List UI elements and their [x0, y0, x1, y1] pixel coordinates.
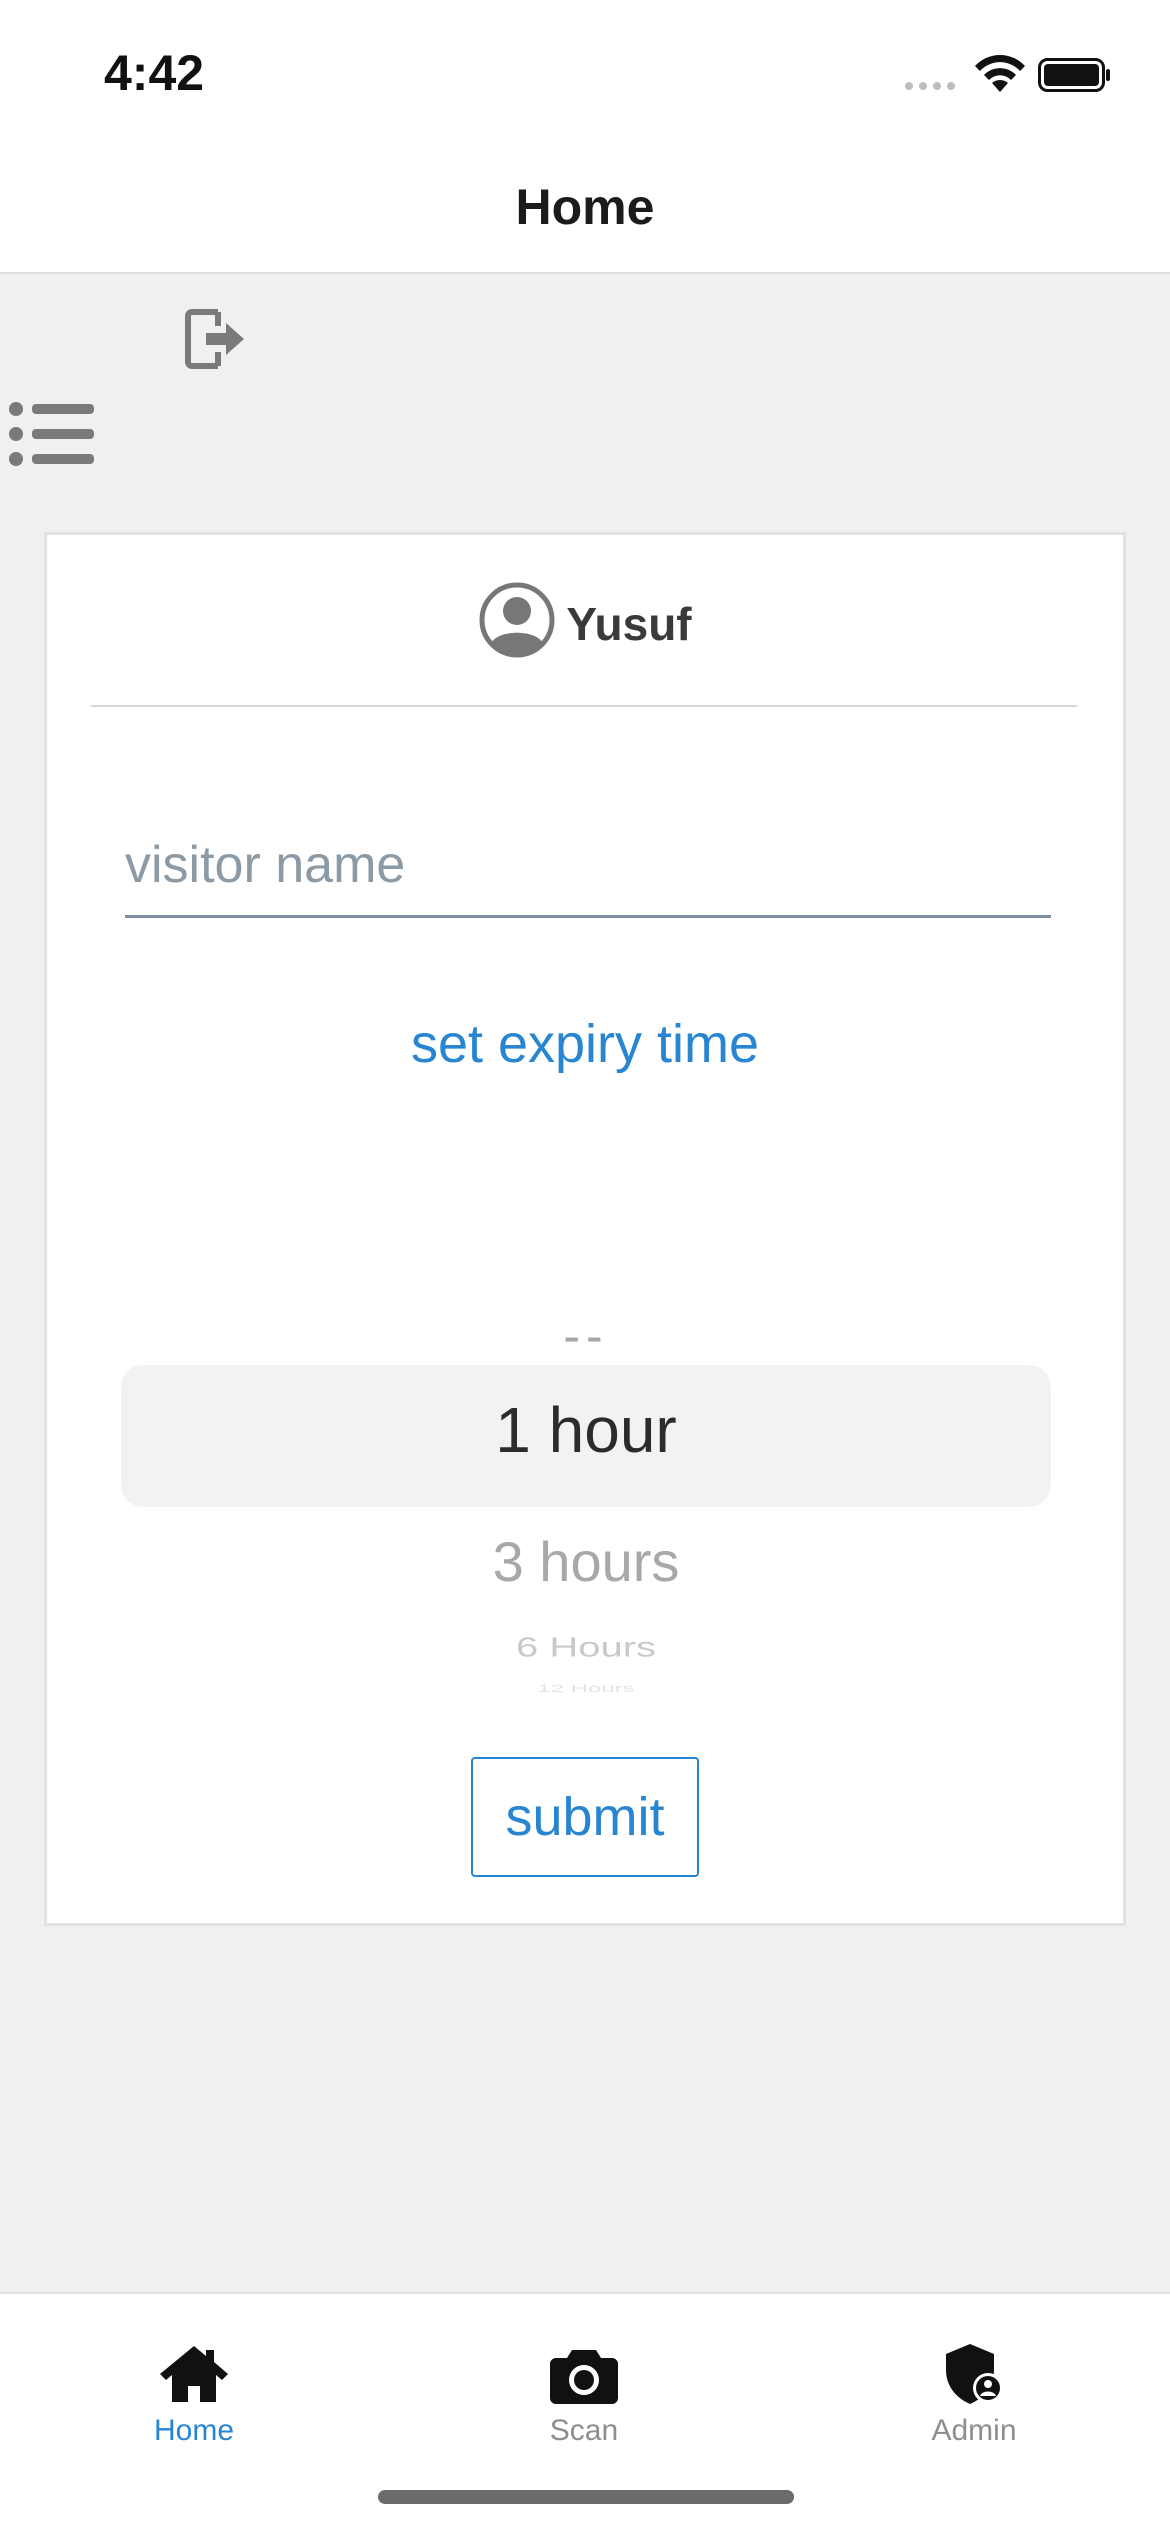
- submit-button[interactable]: submit: [471, 1757, 699, 1877]
- tab-admin[interactable]: Admin: [874, 2342, 1074, 2448]
- status-time: 4:42: [104, 45, 205, 101]
- picker-option[interactable]: 6 Hours: [121, 1632, 1051, 1664]
- battery-icon: [1038, 58, 1110, 92]
- visitor-name-input[interactable]: [125, 815, 1051, 918]
- tab-label: Admin: [931, 2414, 1017, 2447]
- home-indicator: [378, 2490, 794, 2504]
- list-icon[interactable]: [8, 400, 96, 468]
- picker-option[interactable]: 3 hours: [121, 1529, 1051, 1594]
- tab-scan[interactable]: Scan: [484, 2342, 684, 2448]
- camera-icon: [550, 2350, 618, 2404]
- user-row: Yusuf: [47, 581, 1123, 659]
- nav-header: Home: [0, 150, 1170, 274]
- picker-option-selected[interactable]: 1 hour: [121, 1393, 1051, 1467]
- wifi-icon: [975, 55, 1025, 92]
- visitor-card: Yusuf set expiry time -- 1 hour 3 hours …: [44, 532, 1126, 1926]
- set-expiry-time-link[interactable]: set expiry time: [47, 1013, 1123, 1075]
- divider: [91, 705, 1077, 707]
- tab-label: Home: [153, 2414, 235, 2447]
- tab-label: Scan: [549, 2414, 619, 2447]
- expiry-time-picker[interactable]: -- 1 hour 3 hours 6 Hours 12 Hours: [121, 1235, 1051, 1775]
- cellular-signal-icon: [905, 82, 955, 90]
- logout-icon[interactable]: [184, 306, 248, 372]
- status-bar: 4:42: [0, 0, 1170, 150]
- page-title: Home: [515, 179, 655, 235]
- tab-home[interactable]: Home: [94, 2342, 294, 2448]
- picker-option[interactable]: --: [121, 1307, 1051, 1365]
- admin-shield-icon: [946, 2344, 1003, 2404]
- user-circle-icon: [479, 582, 555, 658]
- picker-option[interactable]: 12 Hours: [121, 1683, 1051, 1696]
- user-name: Yusuf: [566, 598, 692, 650]
- home-icon: [160, 2346, 228, 2402]
